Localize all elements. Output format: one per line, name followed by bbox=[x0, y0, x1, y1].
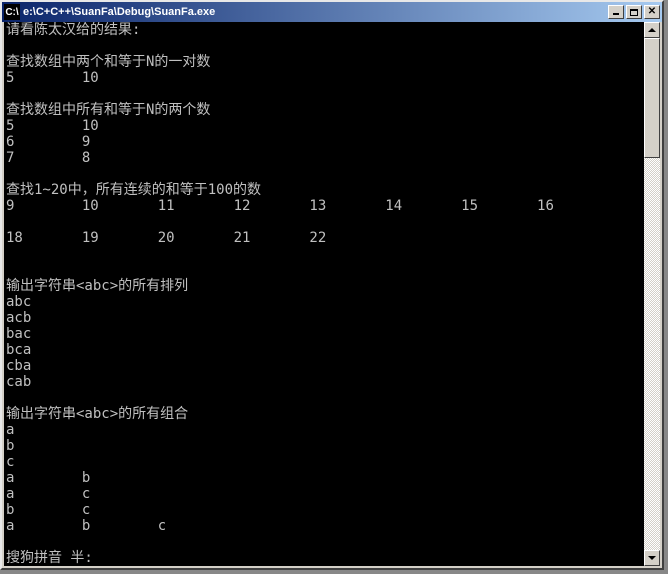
console-line: abc bbox=[6, 294, 644, 310]
console-line bbox=[6, 246, 644, 262]
console-line bbox=[6, 262, 644, 278]
console-line: 查找数组中所有和等于N的两个数 bbox=[6, 102, 644, 118]
titlebar[interactable]: C:\ e:\C+C++\SuanFa\Debug\SuanFa.exe ✕ bbox=[2, 2, 662, 22]
console-line: a b c bbox=[6, 518, 644, 534]
app-window: C:\ e:\C+C++\SuanFa\Debug\SuanFa.exe ✕ 请… bbox=[0, 0, 664, 570]
chevron-down-icon bbox=[648, 556, 656, 560]
console-line: a b bbox=[6, 470, 644, 486]
vertical-scrollbar[interactable] bbox=[644, 22, 660, 566]
app-icon-text: C:\ bbox=[5, 7, 18, 18]
console-line: cba bbox=[6, 358, 644, 374]
scroll-down-button[interactable] bbox=[644, 550, 660, 566]
scrollbar-track[interactable] bbox=[644, 38, 660, 550]
close-button[interactable]: ✕ bbox=[644, 5, 660, 19]
console-line: 7 8 bbox=[6, 150, 644, 166]
console-line bbox=[6, 38, 644, 54]
console-line: 5 10 bbox=[6, 118, 644, 134]
console-line: 9 10 11 12 13 14 15 16 bbox=[6, 198, 644, 214]
console-line: bac bbox=[6, 326, 644, 342]
console-line: 输出字符串<abc>的所有组合 bbox=[6, 406, 644, 422]
console-line: b c bbox=[6, 502, 644, 518]
console-line: b bbox=[6, 438, 644, 454]
console-line: 18 19 20 21 22 bbox=[6, 230, 644, 246]
minimize-button[interactable] bbox=[608, 5, 624, 19]
console-line: a bbox=[6, 422, 644, 438]
console-line: 请看陈太汉给的结果: bbox=[6, 22, 644, 38]
console-line: 查找1~20中，所有连续的和等于100的数 bbox=[6, 182, 644, 198]
console-line bbox=[6, 86, 644, 102]
window-controls: ✕ bbox=[606, 5, 660, 19]
console-line: bca bbox=[6, 342, 644, 358]
minimize-icon bbox=[613, 13, 619, 15]
console-line: acb bbox=[6, 310, 644, 326]
close-icon: ✕ bbox=[648, 7, 656, 17]
window-title: e:\C+C++\SuanFa\Debug\SuanFa.exe bbox=[23, 6, 606, 18]
console-line: 输出字符串<abc>的所有排列 bbox=[6, 278, 644, 294]
scroll-up-button[interactable] bbox=[644, 22, 660, 38]
console-line: cab bbox=[6, 374, 644, 390]
console-line: 搜狗拼音 半: bbox=[6, 550, 644, 566]
console-content: 请看陈太汉给的结果: 查找数组中两个和等于N的一对数5 10 查找数组中所有和等… bbox=[4, 22, 644, 566]
console-line bbox=[6, 390, 644, 406]
maximize-button[interactable] bbox=[626, 5, 642, 19]
console-line: 6 9 bbox=[6, 134, 644, 150]
console-line bbox=[6, 214, 644, 230]
console-line bbox=[6, 534, 644, 550]
console-area: 请看陈太汉给的结果: 查找数组中两个和等于N的一对数5 10 查找数组中所有和等… bbox=[4, 22, 660, 566]
app-icon[interactable]: C:\ bbox=[4, 4, 20, 20]
console-line bbox=[6, 166, 644, 182]
console-line: 查找数组中两个和等于N的一对数 bbox=[6, 54, 644, 70]
scrollbar-thumb[interactable] bbox=[644, 38, 660, 158]
console-line: a c bbox=[6, 486, 644, 502]
console-line: c bbox=[6, 454, 644, 470]
console-line: 5 10 bbox=[6, 70, 644, 86]
chevron-up-icon bbox=[648, 28, 656, 32]
maximize-icon bbox=[630, 9, 638, 16]
